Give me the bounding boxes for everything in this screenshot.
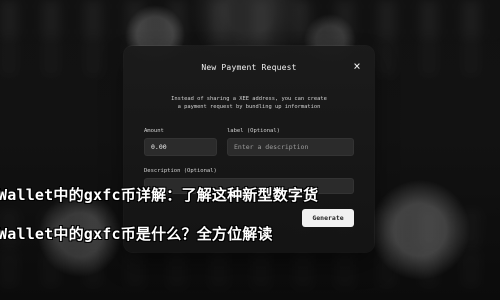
amount-label: Amount: [144, 128, 164, 134]
modal-title: New Payment Request: [201, 63, 297, 72]
blurred-background-row: [0, 250, 500, 288]
generate-button[interactable]: Generate: [302, 209, 354, 227]
label-input[interactable]: Enter a description: [227, 138, 354, 156]
description-label: Description (Optional): [144, 168, 217, 174]
amount-input[interactable]: 0.00: [144, 138, 217, 156]
screenshot-scene: New Payment Request × Instead of sharing…: [0, 0, 500, 300]
blurred-background-row: [0, 0, 500, 38]
label-label: label (Optional): [227, 128, 280, 134]
close-button[interactable]: ×: [351, 60, 363, 72]
description-line-2: a payment request by bundling up informa…: [177, 104, 321, 110]
modal-description: Instead of sharing a XEE address, you ca…: [152, 95, 346, 111]
description-line-1: Instead of sharing a XEE address, you ca…: [171, 96, 327, 102]
overlay-title-line-1: Wallet中的gxfc币详解：了解这种新型数字货: [0, 186, 319, 204]
payment-request-modal: New Payment Request × Instead of sharing…: [124, 46, 374, 252]
overlay-title-line-2: Wallet中的gxfc币是什么？全方位解读: [0, 225, 273, 243]
